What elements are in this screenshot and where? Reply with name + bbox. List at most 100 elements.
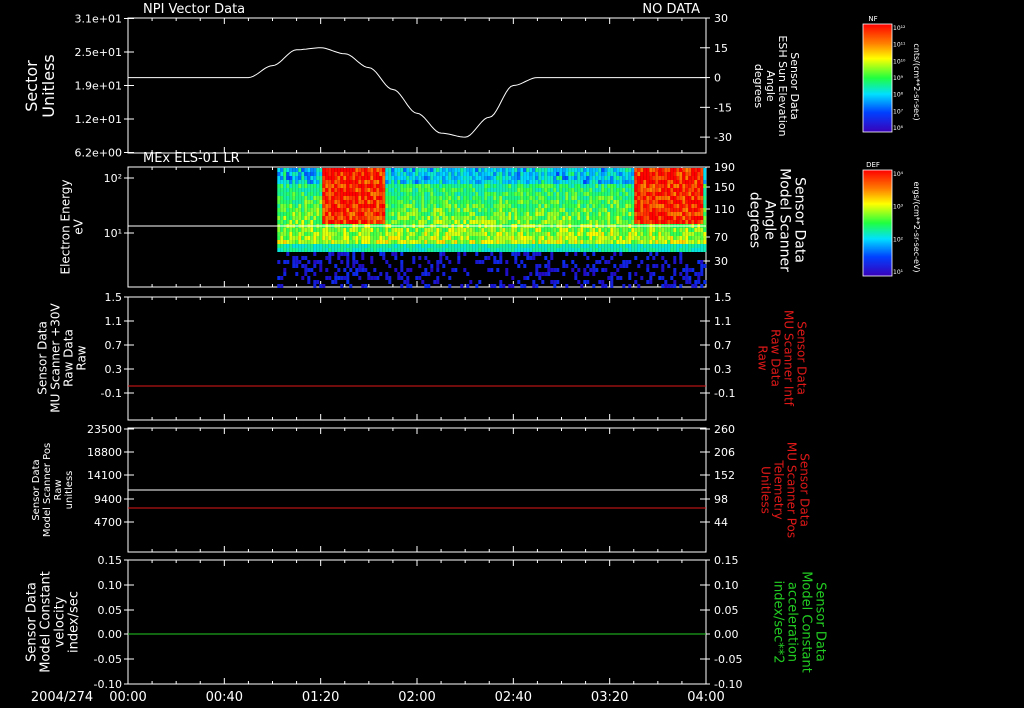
spectrogram-cell [463,204,467,208]
spectrogram-cell [649,200,653,204]
spectrogram-cell [358,184,362,188]
spectrogram-cell [301,220,305,224]
spectrogram-cell [679,168,683,172]
spectrogram-cell [277,196,281,200]
spectrogram-cell [532,192,536,196]
spectrogram-cell [304,236,308,240]
spectrogram-cell [295,232,299,236]
spectrogram-cell [313,260,317,264]
spectrogram-cell [664,168,668,172]
spectrogram-cell [319,284,323,288]
spectrogram-cell [367,272,371,276]
spectrogram-cell [349,192,353,196]
spectrogram-cell [577,200,581,204]
spectrogram-cell [511,204,515,208]
spectrogram-cell [613,220,617,224]
spectrogram-cell [415,220,419,224]
spectrogram-cell [313,280,317,284]
spectrogram-cell [337,232,341,236]
spectrogram-cell [436,212,440,216]
spectrogram-cell [328,216,332,220]
spectrogram-cell [388,204,392,208]
spectrogram-cell [646,172,650,176]
spectrogram-cell [664,192,668,196]
spectrogram-cell [445,196,449,200]
spectrogram-cell [448,208,452,212]
spectrogram-cell [286,216,290,220]
spectrogram-cell [631,172,635,176]
spectrogram-cell [328,236,332,240]
spectrogram-cell [451,200,455,204]
spectrogram-cell [334,216,338,220]
spectrogram-cell [310,180,314,184]
spectrogram-cell [400,208,404,212]
spectrogram-cell [484,188,488,192]
spectrogram-cell [526,216,530,220]
spectrogram-cell [463,176,467,180]
spectrogram-cell [583,176,587,180]
spectrogram-cell [454,176,458,180]
spectrogram-cell [577,172,581,176]
spectrogram-cell [304,228,308,232]
spectrogram-cell [361,204,365,208]
spectrogram-cell [307,188,311,192]
spectrogram-cell [298,204,302,208]
spectrogram-cell [370,184,374,188]
spectrogram-cell [331,240,335,244]
spectrogram-cell [355,244,359,248]
spectrogram-cell [565,212,569,216]
spectrogram-cell [676,200,680,204]
colorbar-nf-tick: 10⁶ [893,125,904,132]
spectrogram-cell [529,176,533,180]
colorbar-def-tick: 10² [893,236,904,243]
spectrogram-cell [367,200,371,204]
spectrogram-cell [373,188,377,192]
spectrogram-cell [478,232,482,236]
spectrogram-cell [499,176,503,180]
spectrogram-cell [475,200,479,204]
spectrogram-cell [625,168,629,172]
spectrogram-cell [379,200,383,204]
spectrogram-cell [430,196,434,200]
spectrogram-cell [301,184,305,188]
spectrogram-cell [448,284,452,288]
spectrogram-cell [304,272,308,276]
spectrogram-cell [445,180,449,184]
spectrogram-cell [481,220,485,224]
left-axis-label-5-line: velocity [53,596,68,647]
spectrogram-cell [316,196,320,200]
spectrogram-cell [682,180,686,184]
spectrogram-cell [562,184,566,188]
spectrogram-cell [298,208,302,212]
spectrogram-cell [538,168,542,172]
spectrogram-cell [436,176,440,180]
spectrogram-cell [367,188,371,192]
spectrogram-cell [601,236,605,240]
spectrogram-cell [667,208,671,212]
spectrogram-cell [283,184,287,188]
spectrogram-cell [643,204,647,208]
spectrogram-cell [370,248,374,252]
spectrogram-cell [526,276,530,280]
left-axis-label-2-line: Electron Energy [59,179,73,274]
spectrogram-cell [415,184,419,188]
spectrogram-cell [502,172,506,176]
spectrogram-cell [469,212,473,216]
spectrogram-cell [613,272,617,276]
spectrogram-cell [277,208,281,212]
spectrogram-cell [295,236,299,240]
spectrogram-cell [430,208,434,212]
spectrogram-cell [697,216,701,220]
spectrogram-cell [697,228,701,232]
spectrogram-cell [481,244,485,248]
spectrogram-cell [391,196,395,200]
spectrogram-cell [679,192,683,196]
spectrogram-cell [523,184,527,188]
spectrogram-cell [691,232,695,236]
spectrogram-cell [490,172,494,176]
spectrogram-cell [631,208,635,212]
spectrogram-cell [406,212,410,216]
spectrogram-cell [448,180,452,184]
spectrogram-cell [535,180,539,184]
spectrogram-cell [445,208,449,212]
